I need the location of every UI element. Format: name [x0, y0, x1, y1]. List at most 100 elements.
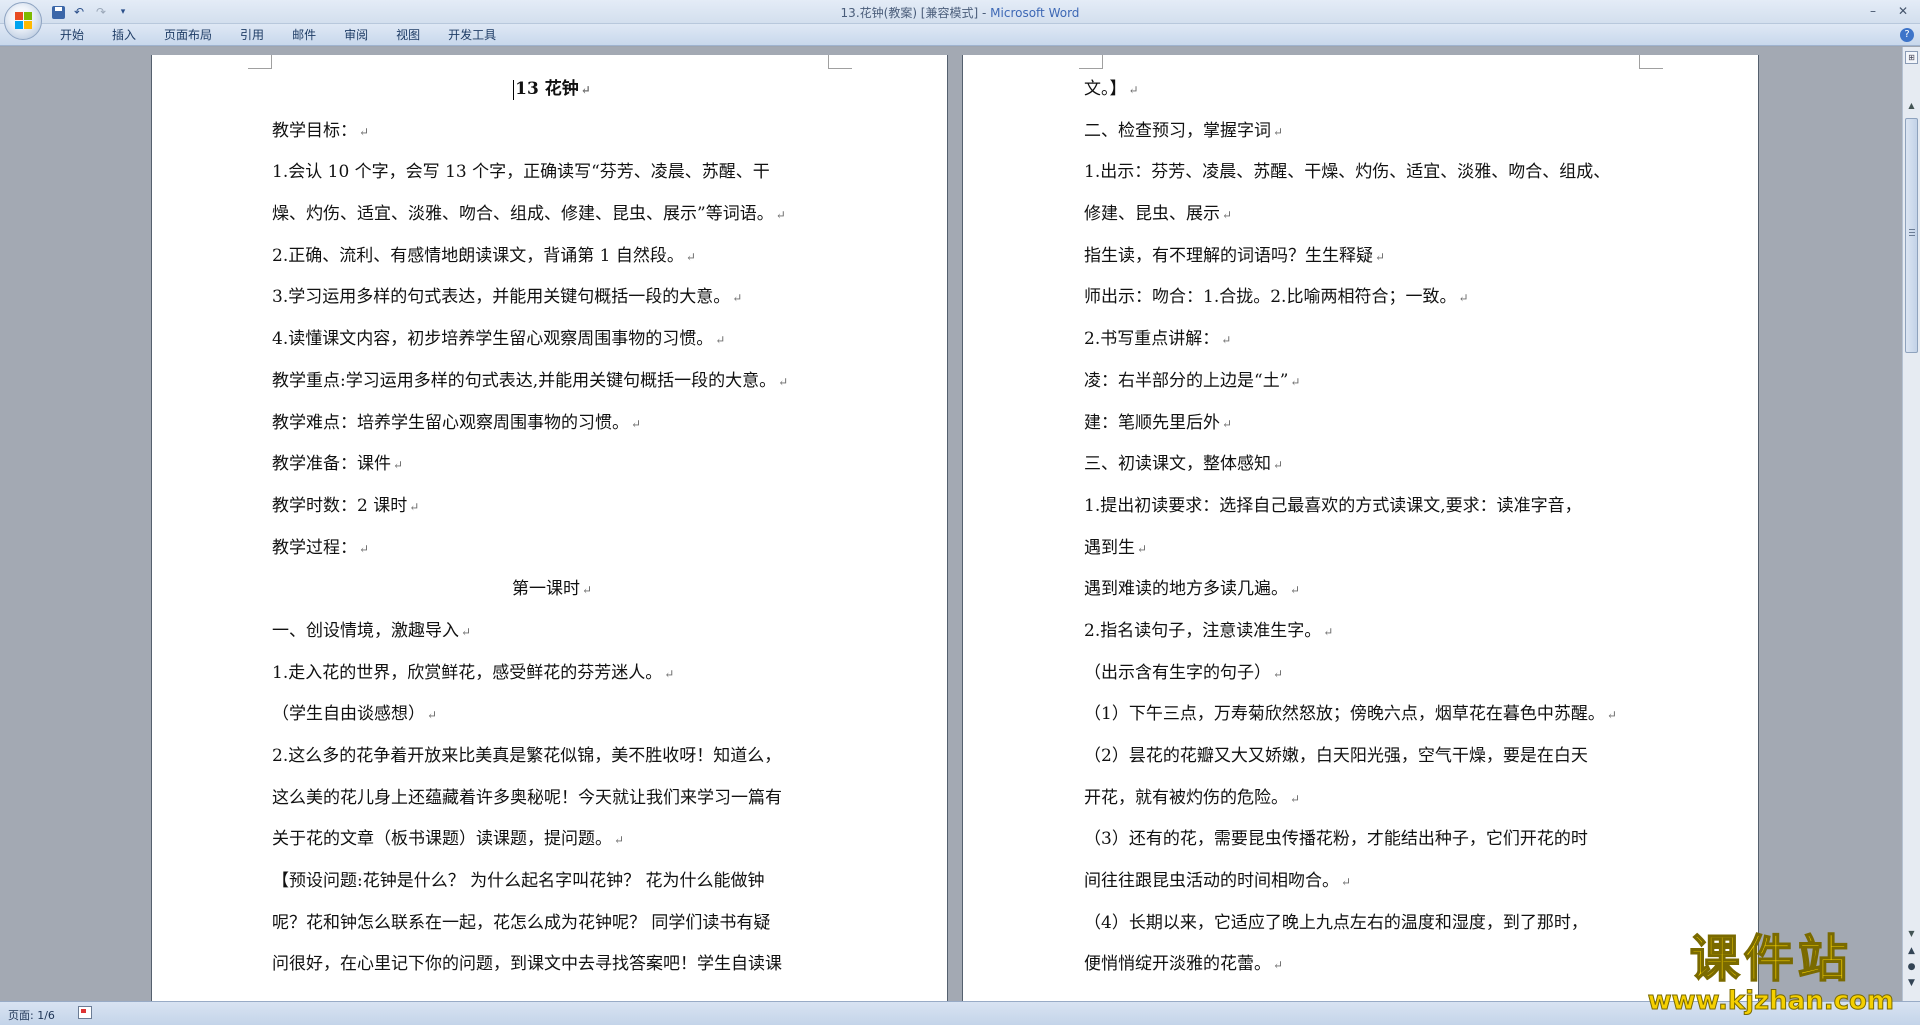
paragraph: 间往往跟昆虫活动的时间相吻合。 ↵ [1084, 861, 1644, 903]
browse-object-icon[interactable]: ● [1905, 961, 1918, 974]
document-title-text: 13 花钟 [515, 79, 579, 99]
paragraph-mark-icon: ↵ [1273, 458, 1284, 473]
next-page-icon[interactable]: ▼ [1905, 977, 1918, 990]
paragraph: 教学时数：2 课时 ↵ [272, 486, 832, 528]
paragraph-mark-icon: ↵ [1341, 875, 1352, 890]
paragraph-text: 1.会认 10 个字，会写 13 个字，正确读写“芬芳、凌晨、苏醒、干 [272, 162, 770, 183]
paragraph-mark-icon: ↵ [778, 374, 789, 389]
tab-developer[interactable]: 开发工具 [448, 27, 496, 43]
paragraph-mark-icon: ↵ [1375, 249, 1386, 264]
paragraph: 一、创设情境，激趣导入 ↵ [272, 611, 832, 653]
paragraph-mark-icon: ↵ [580, 83, 591, 97]
paragraph: 文。】 ↵ [1084, 69, 1644, 111]
tab-page-layout[interactable]: 页面布局 [164, 27, 212, 43]
paragraph-mark-icon: ↵ [359, 124, 370, 139]
paragraph-text: 指生读，有不理解的词语吗？生生释疑 [1084, 245, 1373, 266]
paragraph: 遇到难读的地方多读几遍。 ↵ [1084, 569, 1644, 611]
paragraph-text: 遇到难读的地方多读几遍。 [1084, 579, 1288, 600]
paragraph: 1.走入花的世界，欣赏鲜花，感受鲜花的芬芳迷人。 ↵ [272, 653, 832, 695]
close-icon[interactable]: ✕ [1892, 2, 1914, 20]
paragraph: 燥、灼伤、适宜、淡雅、吻合、组成、修建、昆虫、展示”等词语。 ↵ [272, 194, 832, 236]
window-controls: – ✕ [1862, 2, 1914, 20]
paragraph: 开花，就有被灼伤的危险。 ↵ [1084, 778, 1644, 820]
watermark-title: 课件站 [1689, 930, 1852, 988]
paragraph: （2）昙花的花瓣又大又娇嫩，白天阳光强，空气干燥，要是在白天 [1084, 736, 1644, 778]
paragraph-text: 1.提出初读要求：选择自己最喜欢的方式读课文,要求：读准字音， [1084, 495, 1582, 516]
document-area[interactable]: 13 花钟 ↵ 教学目标： ↵ 1.会认 10 个字，会写 13 个字，正确读写“芬… [0, 47, 1902, 1001]
paragraph-mark-icon: ↵ [775, 208, 786, 223]
paragraph-text: （4）长期以来，它适应了晚上九点左右的温度和湿度，到了那时， [1084, 912, 1588, 933]
paragraph-text: 2.书写重点讲解： [1084, 329, 1220, 350]
vertical-scrollbar[interactable]: ⊞ ▲ ▼ ▲ ● ▼ [1902, 47, 1920, 1001]
page-right[interactable]: 文。】 ↵ 二、检查预习，掌握字词 ↵ 1.出示：芬芳、凌晨、苏醒、干燥、灼伤、适宜… [963, 55, 1758, 1001]
paragraph-text: 2.正确、流利、有感情地朗读课文，背诵第 1 自然段。 [272, 245, 684, 266]
page-left[interactable]: 13 花钟 ↵ 教学目标： ↵ 1.会认 10 个字，会写 13 个字，正确读写“芬… [152, 55, 947, 1001]
tab-mailings[interactable]: 邮件 [292, 27, 316, 43]
watermark-url: www.kjzhan.com [1647, 986, 1894, 1016]
section-heading-text: 第一课时 [511, 579, 580, 600]
paragraph-mark-icon: ↵ [1290, 791, 1301, 806]
paragraph-mark-icon: ↵ [1222, 208, 1233, 223]
paragraph-text: 教学过程： [272, 537, 357, 558]
paragraph-text: 教学目标： [272, 120, 357, 141]
office-button-icon [15, 12, 33, 30]
paragraph: 呢？花和钟怎么联系在一起，花怎么成为花钟呢？ 同学们读书有疑 [272, 903, 832, 945]
scroll-thumb[interactable] [1905, 118, 1918, 353]
status-bar: 页面: 1/6 [0, 1001, 1920, 1025]
paragraph: （3）还有的花，需要昆虫传播花粉，才能结出种子，它们开花的时 [1084, 819, 1644, 861]
paragraph: 教学准备：课件 ↵ [272, 444, 832, 486]
paragraph-text: 二、检查预习，掌握字词 [1084, 120, 1271, 141]
minimize-icon[interactable]: – [1862, 2, 1884, 20]
paragraph-text: 师出示：吻合：1.合拢。2.比喻两相符合；一致。 [1084, 287, 1457, 308]
paragraph-mark-icon: ↵ [715, 333, 726, 348]
title-separator: - [978, 6, 991, 20]
tab-insert[interactable]: 插入 [112, 27, 136, 43]
page-count[interactable]: 页面: 1/6 [8, 1007, 55, 1023]
paragraph-mark-icon: ↵ [427, 708, 438, 723]
paragraph: 2.书写重点讲解： ↵ [1084, 319, 1644, 361]
paragraph: 师出示：吻合：1.合拢。2.比喻两相符合；一致。 ↵ [1084, 277, 1644, 319]
tab-references[interactable]: 引用 [240, 27, 264, 43]
tab-review[interactable]: 审阅 [344, 27, 368, 43]
help-icon[interactable]: ? [1900, 28, 1914, 42]
paragraph: 3.学习运用多样的句式表达，并能用关键句概括一段的大意。 ↵ [272, 277, 832, 319]
paragraph-mark-icon: ↵ [1273, 124, 1284, 139]
paragraph-text: 2.指名读句子，注意读准生字。 [1084, 620, 1322, 641]
paragraph-mark-icon: ↵ [685, 249, 696, 264]
paragraph-mark-icon: ↵ [393, 458, 404, 473]
ribbon-tabs: 开始 插入 页面布局 引用 邮件 审阅 视图 开发工具 [60, 27, 496, 43]
scroll-grip [1909, 229, 1915, 236]
tab-view[interactable]: 视图 [396, 27, 420, 43]
paragraph-text: 一、创设情境，激趣导入 [272, 620, 459, 641]
tab-home[interactable]: 开始 [60, 27, 84, 43]
paragraph: （出示含有生字的句子） ↵ [1084, 653, 1644, 695]
paragraph-text: 呢？花和钟怎么联系在一起，花怎么成为花钟呢？ 同学们读书有疑 [272, 912, 771, 933]
paragraph: 教学过程： ↵ [272, 528, 832, 570]
paragraph-text: 建：笔顺先里后外 [1084, 412, 1220, 433]
paragraph-mark-icon: ↵ [581, 583, 593, 598]
app-name: Microsoft Word [990, 6, 1080, 20]
paragraph: 这么美的花儿身上还蕴藏着许多奥秘呢！今天就让我们来学习一篇有 [272, 778, 832, 820]
scroll-up-icon[interactable]: ▲ [1905, 99, 1918, 112]
paragraph-mark-icon: ↵ [1290, 583, 1301, 598]
paragraph: 修建、昆虫、展示 ↵ [1084, 194, 1644, 236]
paragraph-text: 【预设问题:花钟是什么？ 为什么起名字叫花钟？ 花为什么能做钟 [272, 871, 765, 892]
paragraph: （学生自由谈感想） ↵ [272, 694, 832, 736]
paragraph: 2.这么多的花争着开放来比美真是繁花似锦，美不胜收呀！知道么， [272, 736, 832, 778]
paragraph-text: 教学时数：2 课时 [272, 495, 408, 516]
view-ruler-icon[interactable]: ⊞ [1905, 51, 1918, 64]
document-title: 13 花钟 ↵ [272, 69, 832, 111]
office-button[interactable] [4, 2, 42, 40]
paragraph-text: （学生自由谈感想） [272, 704, 425, 725]
paragraph: 1.会认 10 个字，会写 13 个字，正确读写“芬芳、凌晨、苏醒、干 [272, 152, 832, 194]
paragraph-mark-icon: ↵ [631, 416, 642, 431]
paragraph-text: 教学重点:学习运用多样的句式表达,并能用关键句概括一段的大意。 [272, 370, 777, 391]
paragraph-text: 文。】 [1084, 79, 1127, 99]
paragraph-mark-icon: ↵ [461, 624, 472, 639]
proofing-icon[interactable] [78, 1006, 92, 1019]
scroll-down-icon[interactable]: ▼ [1905, 927, 1918, 940]
paragraph: 教学难点：培养学生留心观察周围事物的习惯。 ↵ [272, 403, 832, 445]
previous-page-icon[interactable]: ▲ [1905, 945, 1918, 958]
paragraph-mark-icon: ↵ [409, 499, 420, 514]
paragraph: （4）长期以来，它适应了晚上九点左右的温度和湿度，到了那时， [1084, 903, 1644, 945]
